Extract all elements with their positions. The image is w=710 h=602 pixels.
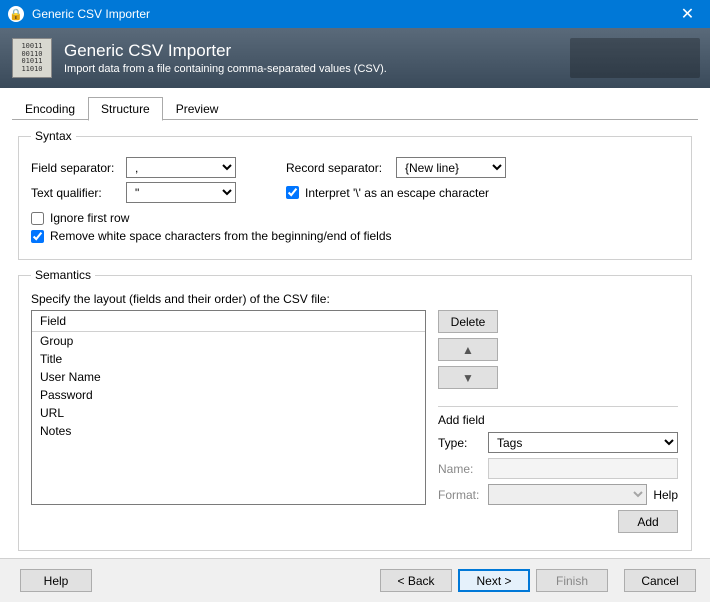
text-qualifier-select[interactable]: " — [126, 182, 236, 203]
tab-preview[interactable]: Preview — [163, 97, 232, 121]
list-item[interactable]: Password — [32, 386, 425, 404]
field-separator-select[interactable]: , — [126, 157, 236, 178]
syntax-legend: Syntax — [31, 129, 76, 143]
escape-checkbox[interactable] — [286, 186, 299, 199]
csv-file-icon: 10011 00110 01011 11010 — [12, 38, 52, 78]
format-help-link[interactable]: Help — [653, 488, 678, 502]
chevron-down-icon: ▼ — [462, 371, 474, 385]
move-down-button[interactable]: ▼ — [438, 366, 498, 389]
tab-structure[interactable]: Structure — [88, 97, 163, 121]
move-up-button[interactable]: ▲ — [438, 338, 498, 361]
ignore-first-row-checkbox[interactable] — [31, 212, 44, 225]
trim-whitespace-checkbox[interactable] — [31, 230, 44, 243]
list-item[interactable]: Group — [32, 332, 425, 350]
header-band: 10011 00110 01011 11010 Generic CSV Impo… — [0, 28, 710, 88]
delete-button[interactable]: Delete — [438, 310, 498, 333]
cancel-button[interactable]: Cancel — [624, 569, 696, 592]
type-label: Type: — [438, 436, 488, 450]
type-select[interactable]: Tags — [488, 432, 678, 453]
page-title: Generic CSV Importer — [64, 41, 387, 61]
finish-button: Finish — [536, 569, 608, 592]
add-field-title: Add field — [438, 413, 678, 427]
trim-whitespace-label: Remove white space characters from the b… — [50, 229, 392, 243]
list-item[interactable]: Title — [32, 350, 425, 368]
back-button[interactable]: < Back — [380, 569, 452, 592]
semantics-legend: Semantics — [31, 268, 95, 282]
titlebar: 🔒 Generic CSV Importer ✕ — [0, 0, 710, 28]
list-item[interactable]: User Name — [32, 368, 425, 386]
tab-strip: Encoding Structure Preview — [0, 96, 710, 121]
semantics-description: Specify the layout (fields and their ord… — [31, 292, 679, 306]
tab-encoding[interactable]: Encoding — [12, 97, 88, 121]
close-button[interactable]: ✕ — [665, 0, 710, 28]
help-button[interactable]: Help — [20, 569, 92, 592]
list-item[interactable]: URL — [32, 404, 425, 422]
window-title: Generic CSV Importer — [32, 7, 665, 21]
fields-list-header: Field — [32, 311, 425, 332]
ignore-first-row-label: Ignore first row — [50, 211, 129, 225]
header-decoration — [570, 38, 700, 78]
list-item[interactable]: Notes — [32, 422, 425, 440]
app-icon: 🔒 — [8, 6, 24, 22]
page-subtitle: Import data from a file containing comma… — [64, 63, 387, 75]
fields-listbox[interactable]: Field Group Title User Name Password URL… — [31, 310, 426, 505]
record-separator-label: Record separator: — [286, 161, 396, 175]
semantics-group: Semantics Specify the layout (fields and… — [18, 268, 692, 551]
next-button[interactable]: Next > — [458, 569, 530, 592]
name-label: Name: — [438, 462, 488, 476]
field-separator-label: Field separator: — [31, 161, 126, 175]
add-button[interactable]: Add — [618, 510, 678, 533]
format-select — [488, 484, 647, 505]
chevron-up-icon: ▲ — [462, 343, 474, 357]
text-qualifier-label: Text qualifier: — [31, 186, 126, 200]
footer: Help < Back Next > Finish Cancel — [0, 558, 710, 602]
format-label: Format: — [438, 488, 488, 502]
syntax-group: Syntax Field separator: , Record separat… — [18, 129, 692, 260]
name-input — [488, 458, 678, 479]
escape-label: Interpret '\' as an escape character — [305, 186, 489, 200]
record-separator-select[interactable]: {New line} — [396, 157, 506, 178]
